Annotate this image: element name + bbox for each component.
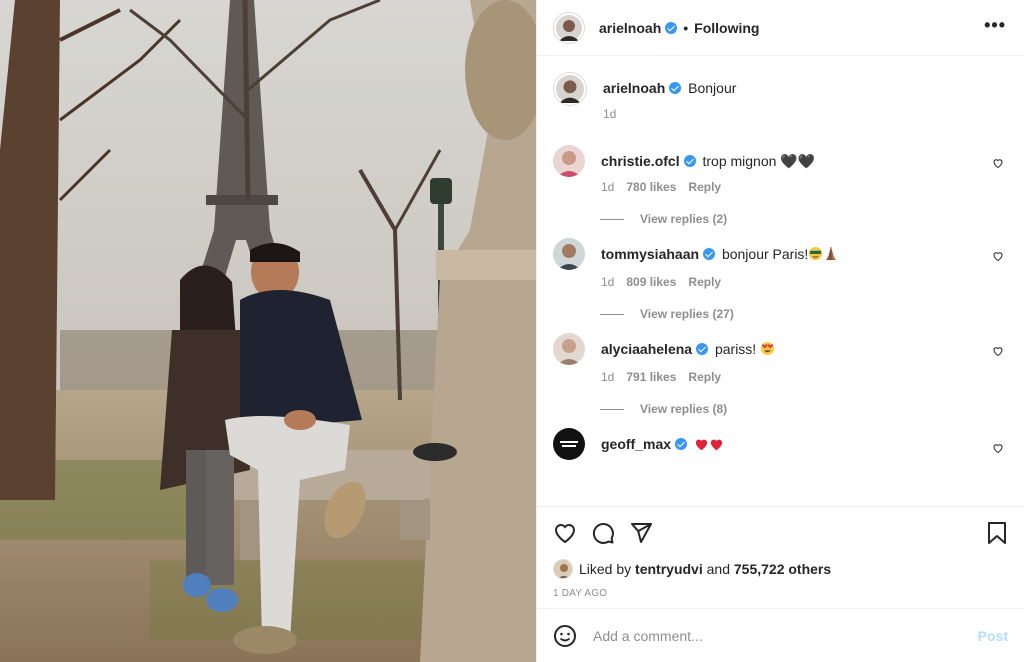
emoji-sunglasses-icon — [808, 246, 823, 265]
comment-line: alyciaahelena pariss! — [601, 333, 1008, 360]
add-comment-bar: Post — [537, 608, 1024, 662]
caption-avatar[interactable] — [553, 72, 587, 106]
emoji-heart-eyes-icon — [760, 341, 775, 360]
following-button[interactable]: Following — [694, 20, 759, 36]
commenter-avatar[interactable] — [553, 333, 585, 365]
caption-text: Bonjour — [688, 80, 737, 96]
post-photo[interactable] — [0, 0, 536, 662]
comment-age[interactable]: 1d — [601, 180, 614, 194]
action-icons — [553, 507, 1008, 559]
likes-summary: Liked by tentryudvi and 755,722 others — [553, 559, 1008, 579]
comment-username[interactable]: tommysiahaan — [601, 246, 699, 262]
view-replies-label: View replies (2) — [640, 212, 728, 226]
verified-icon — [669, 82, 682, 94]
comment-meta: 1d 791 likes Reply — [601, 370, 1008, 384]
caption-meta: 1d — [603, 107, 1008, 121]
caption-line: arielnoah Bonjour — [603, 72, 1008, 97]
verified-icon — [665, 21, 678, 34]
comment-body: geoff_max — [601, 428, 1008, 460]
view-replies-button[interactable]: View replies (27) — [600, 307, 1008, 321]
heart-icon[interactable] — [992, 157, 1004, 169]
author-avatar[interactable] — [553, 11, 585, 44]
liker-avatar[interactable] — [553, 559, 573, 579]
comment-item: tommysiahaan bonjour Paris! 1d 809 likes… — [553, 238, 1008, 321]
emoji-red-heart-icon — [709, 437, 724, 455]
verified-icon — [675, 438, 688, 450]
verified-icon — [696, 343, 709, 355]
post-button[interactable]: Post — [978, 628, 1008, 644]
comment-item: geoff_max — [553, 428, 1008, 460]
comment-text: bonjour Paris! — [721, 246, 809, 262]
caption-age[interactable]: 1d — [603, 107, 616, 121]
view-replies-label: View replies (27) — [640, 307, 734, 321]
post-actions: Liked by tentryudvi and 755,722 others 1… — [537, 506, 1024, 606]
comment-body: alyciaahelena pariss! 1d 791 likes Reply… — [601, 333, 1008, 416]
comment-item: christie.ofcl trop mignon 🖤🖤 1d 780 like… — [553, 145, 1008, 226]
verified-icon — [683, 155, 696, 167]
comment-line: geoff_max — [601, 428, 1008, 455]
comment-username[interactable]: alyciaahelena — [601, 341, 692, 357]
commenter-avatar[interactable] — [553, 145, 585, 177]
comment-text: trop mignon 🖤🖤 — [702, 153, 816, 169]
comment-likes[interactable]: 791 likes — [626, 370, 676, 384]
emoji-praying-icon — [823, 245, 839, 265]
comment-meta: 1d 780 likes Reply — [601, 180, 1008, 194]
comment-username[interactable]: christie.ofcl — [601, 153, 680, 169]
comment-item: alyciaahelena pariss! 1d 791 likes Reply… — [553, 333, 1008, 416]
comment-line: tommysiahaan bonjour Paris! — [601, 238, 1008, 265]
post-timestamp[interactable]: 1 DAY AGO — [553, 588, 1008, 606]
post-dialog: arielnoah • Following ••• arielnoah Bonj… — [0, 0, 1024, 662]
heart-icon[interactable] — [553, 521, 577, 545]
more-icon[interactable]: ••• — [984, 16, 1006, 34]
bookmark-icon[interactable] — [986, 521, 1008, 545]
comment-icon[interactable] — [591, 521, 615, 545]
commenter-avatar[interactable] — [553, 238, 585, 270]
comment-username[interactable]: geoff_max — [601, 436, 671, 452]
heart-icon[interactable] — [992, 345, 1004, 357]
view-replies-button[interactable]: View replies (8) — [600, 402, 1008, 416]
reply-button[interactable]: Reply — [688, 180, 721, 194]
post-header: arielnoah • Following ••• — [537, 0, 1024, 56]
caption-username[interactable]: arielnoah — [603, 80, 665, 96]
heart-icon[interactable] — [992, 250, 1004, 262]
reply-button[interactable]: Reply — [688, 370, 721, 384]
post-side-panel: arielnoah • Following ••• arielnoah Bonj… — [536, 0, 1024, 662]
author-username[interactable]: arielnoah — [599, 20, 661, 36]
liker-username[interactable]: tentryudvi — [635, 561, 703, 577]
post-photo-image — [0, 0, 536, 662]
comment-age[interactable]: 1d — [601, 275, 614, 289]
reply-button[interactable]: Reply — [688, 275, 721, 289]
comments-list[interactable]: arielnoah Bonjour 1d christie.ofcl trop — [537, 56, 1024, 506]
commenter-avatar[interactable] — [553, 428, 585, 460]
likes-others[interactable]: 755,722 others — [734, 561, 831, 577]
view-replies-label: View replies (8) — [640, 402, 728, 416]
comment-meta: 1d 809 likes Reply — [601, 275, 1008, 289]
heart-icon[interactable] — [992, 442, 1004, 454]
comment-likes[interactable]: 809 likes — [626, 275, 676, 289]
separator-dot: • — [683, 19, 689, 36]
likes-prefix: Liked by — [579, 561, 632, 577]
share-icon[interactable] — [629, 521, 653, 545]
verified-icon — [703, 248, 716, 260]
comment-input[interactable] — [593, 627, 978, 644]
view-replies-button[interactable]: View replies (2) — [600, 212, 1008, 226]
comment-age[interactable]: 1d — [601, 370, 614, 384]
emoji-icon[interactable] — [553, 624, 577, 648]
comment-body: tommysiahaan bonjour Paris! 1d 809 likes… — [601, 238, 1008, 321]
comment-body: christie.ofcl trop mignon 🖤🖤 1d 780 like… — [601, 145, 1008, 226]
comment-likes[interactable]: 780 likes — [626, 180, 676, 194]
emoji-red-heart-icon — [694, 437, 709, 455]
caption-body: arielnoah Bonjour 1d — [603, 72, 1008, 121]
comment-line: christie.ofcl trop mignon 🖤🖤 — [601, 145, 1008, 170]
comment-text: pariss! — [714, 341, 757, 357]
caption: arielnoah Bonjour 1d — [553, 72, 1008, 121]
likes-conj: and — [706, 561, 730, 577]
